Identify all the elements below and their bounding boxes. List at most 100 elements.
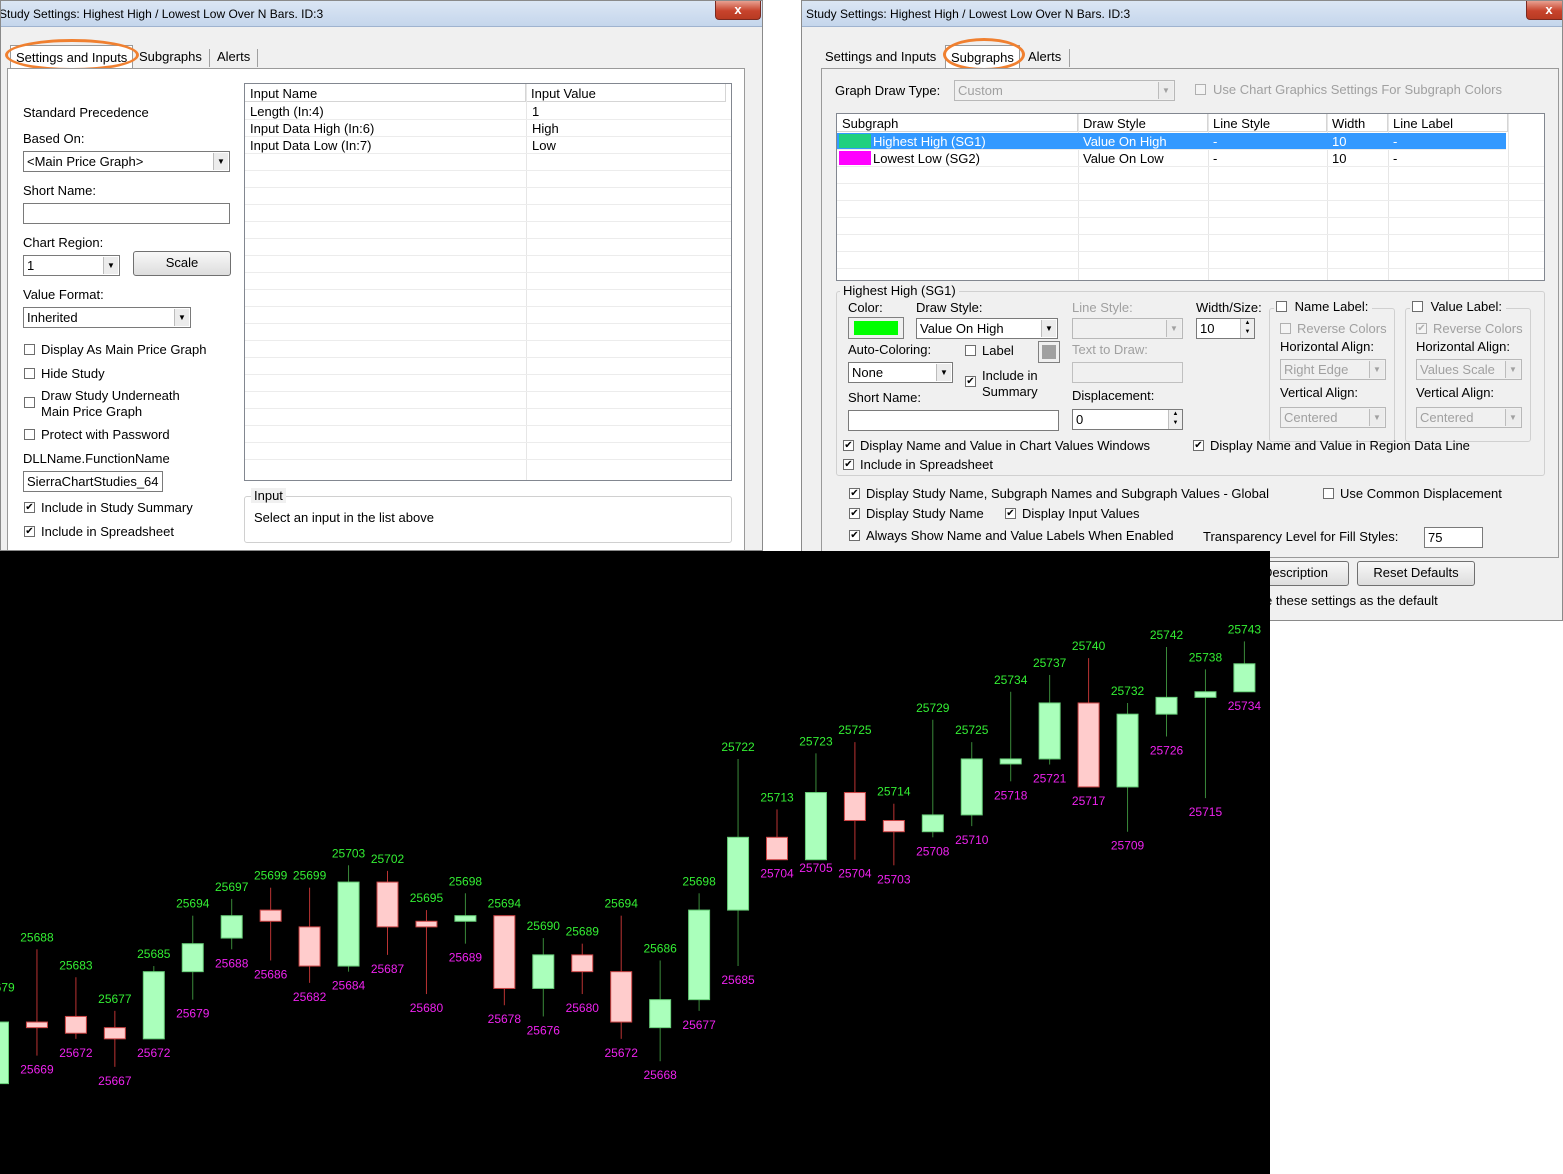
- subgraph-table: Subgraph Draw Style Line Style Width Lin…: [836, 113, 1545, 281]
- tab-alerts[interactable]: Alerts: [1023, 45, 1066, 69]
- highest-high-label: 25679: [0, 981, 15, 995]
- displacement-input[interactable]: 0 ▲ ▼: [1072, 409, 1183, 430]
- tab-divider: [257, 49, 258, 67]
- line-style-column-header[interactable]: Line Style: [1208, 114, 1327, 132]
- label-color-button[interactable]: [1038, 341, 1060, 363]
- short-name-label: Short Name:: [23, 183, 96, 198]
- value-vertical-align-select[interactable]: Centered ▼: [1416, 407, 1522, 428]
- name-reverse-colors-checkbox[interactable]: [1280, 323, 1291, 334]
- chevron-down-icon: ▼: [103, 257, 118, 274]
- subgraph-color-swatch: [839, 151, 871, 165]
- draw-study-underneath-label: Draw Study Underneath: [41, 388, 180, 403]
- line-label-column-header[interactable]: Line Label: [1388, 114, 1508, 132]
- line-style-select[interactable]: ▼: [1072, 318, 1183, 339]
- candle-body: [1116, 713, 1139, 788]
- input-value-cell: 1: [532, 104, 540, 119]
- spinner-icon[interactable]: ▲ ▼: [1240, 319, 1254, 338]
- lowest-low-label: 25685: [721, 973, 755, 987]
- value-label-checkbox[interactable]: [1412, 301, 1423, 312]
- tab-settings-and-inputs[interactable]: Settings and Inputs: [820, 45, 941, 69]
- width-size-input[interactable]: 10 ▲ ▼: [1196, 318, 1255, 339]
- value-label-title: Value Label:: [1410, 299, 1506, 314]
- input-value-column-header[interactable]: Input Value: [526, 84, 726, 102]
- candle-body: [220, 915, 243, 939]
- highlight-oval: [943, 38, 1025, 71]
- chevron-down-icon: ▼: [213, 153, 228, 170]
- description-button-label: Description: [1262, 565, 1329, 580]
- highest-high-label: 25713: [760, 790, 794, 804]
- draw-style-select[interactable]: Value On High ▼: [916, 318, 1058, 339]
- color-picker-button[interactable]: [848, 317, 904, 339]
- transparency-input[interactable]: 75: [1424, 527, 1483, 548]
- width-column-header[interactable]: Width: [1327, 114, 1388, 132]
- input-name-column-header[interactable]: Input Name: [245, 84, 526, 102]
- short-name-input[interactable]: [23, 203, 230, 224]
- label-checkbox[interactable]: [965, 345, 976, 356]
- highest-high-label: 25694: [488, 897, 522, 911]
- table-row: [245, 290, 731, 307]
- display-region-line-checkbox[interactable]: ✔: [1193, 440, 1204, 451]
- input-name-cell: Length (In:4): [250, 104, 324, 119]
- name-horizontal-align-select[interactable]: Right Edge ▼: [1280, 359, 1386, 380]
- draw-style-column-header[interactable]: Draw Style: [1078, 114, 1208, 132]
- display-global-checkbox[interactable]: ✔: [849, 488, 860, 499]
- table-row[interactable]: Lowest Low (SG2) Value On Low - 10 -: [837, 150, 1544, 167]
- display-input-values-checkbox[interactable]: ✔: [1005, 508, 1016, 519]
- close-icon[interactable]: x: [1526, 1, 1562, 20]
- name-vertical-align-select[interactable]: Centered ▼: [1280, 407, 1386, 428]
- name-vertical-align-label: Vertical Align:: [1280, 385, 1359, 400]
- display-as-main-price-graph-checkbox[interactable]: [24, 344, 35, 355]
- include-in-summary-checkbox[interactable]: ✔: [965, 376, 976, 387]
- include-spreadsheet-checkbox[interactable]: ✔: [843, 459, 854, 470]
- chevron-down-icon: ▼: [936, 364, 951, 381]
- name-horizontal-align-value: Right Edge: [1284, 362, 1349, 377]
- lowest-low-label: 25718: [994, 788, 1028, 802]
- based-on-select[interactable]: <Main Price Graph> ▼: [23, 151, 230, 172]
- table-row[interactable]: Highest High (SG1) Value On High - 10 -: [837, 133, 1506, 150]
- short-name-label: Short Name:: [848, 390, 921, 405]
- include-spreadsheet-checkbox[interactable]: ✔: [24, 526, 35, 537]
- protect-with-password-checkbox[interactable]: [24, 429, 35, 440]
- tab-subgraphs[interactable]: Subgraphs: [134, 45, 207, 69]
- table-row: [245, 341, 731, 358]
- highest-high-label: 25702: [371, 852, 405, 866]
- hide-study-checkbox[interactable]: [24, 368, 35, 379]
- use-chart-graphics-checkbox[interactable]: [1195, 84, 1206, 95]
- subgraph-color-swatch: [839, 134, 871, 148]
- include-study-summary-checkbox[interactable]: ✔: [24, 502, 35, 513]
- name-label-checkbox[interactable]: [1276, 301, 1287, 312]
- price-chart[interactable]: 25679 25688 25669 25683 25672 25677 25667 25685…: [0, 551, 1270, 1174]
- inputs-table: Input Name Input Value Length (In:4) 1 Inp…: [244, 83, 732, 481]
- chart-region-select[interactable]: 1 ▼: [23, 255, 120, 276]
- scale-button[interactable]: Scale: [133, 251, 231, 276]
- table-row: [245, 375, 731, 392]
- value-format-select[interactable]: Inherited ▼: [23, 307, 191, 328]
- table-row: [245, 222, 731, 239]
- tab-alerts[interactable]: Alerts: [212, 45, 255, 69]
- subgraph-column-header[interactable]: Subgraph: [837, 114, 1078, 132]
- value-horizontal-align-select[interactable]: Values Scale ▼: [1416, 359, 1522, 380]
- candle-body: [0, 1021, 9, 1085]
- text-to-draw-input[interactable]: [1072, 362, 1183, 383]
- highest-high-label: 25734: [994, 673, 1028, 687]
- spinner-icon[interactable]: ▲ ▼: [1168, 410, 1182, 429]
- auto-coloring-select[interactable]: None ▼: [848, 362, 953, 383]
- left-tab-panel: Standard Precedence Based On: <Main Pric…: [7, 68, 745, 550]
- color-label: Color:: [848, 300, 883, 315]
- transparency-value: 75: [1428, 530, 1443, 545]
- always-show-labels-checkbox[interactable]: ✔: [849, 530, 860, 541]
- table-row[interactable]: Length (In:4) 1: [245, 103, 731, 120]
- close-icon[interactable]: x: [715, 1, 761, 20]
- draw-study-underneath-checkbox[interactable]: [24, 397, 35, 408]
- value-reverse-colors-checkbox[interactable]: ✔: [1416, 323, 1427, 334]
- graph-draw-type-select[interactable]: Custom ▼: [954, 80, 1175, 101]
- display-chart-values-checkbox[interactable]: ✔: [843, 440, 854, 451]
- table-row[interactable]: Input Data High (In:6) High: [245, 120, 731, 137]
- reset-defaults-button[interactable]: Reset Defaults: [1357, 561, 1475, 586]
- table-row[interactable]: Input Data Low (In:7) Low: [245, 137, 731, 154]
- use-common-displacement-checkbox[interactable]: [1323, 488, 1334, 499]
- short-name-input[interactable]: [848, 410, 1059, 431]
- highest-high-label: 25729: [916, 701, 950, 715]
- display-study-name-checkbox[interactable]: ✔: [849, 508, 860, 519]
- input-group-text: Select an input in the list above: [254, 510, 434, 525]
